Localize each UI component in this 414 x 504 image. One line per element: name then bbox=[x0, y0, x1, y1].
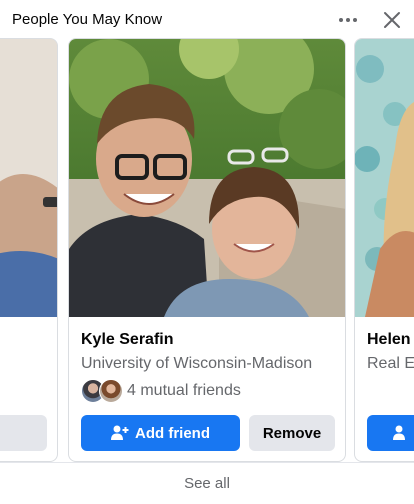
header: People You May Know bbox=[0, 0, 414, 40]
suggestion-card[interactable]: move bbox=[0, 38, 58, 462]
see-all-link[interactable]: See all bbox=[0, 475, 414, 492]
mutual-friends-count[interactable]: 4 mutual friends bbox=[127, 382, 241, 400]
profile-photo[interactable] bbox=[69, 39, 345, 317]
add-friend-icon bbox=[393, 425, 405, 440]
remove-button[interactable]: Remove bbox=[249, 415, 335, 451]
person-subtitle: University of Wisconsin-Madison bbox=[81, 355, 313, 372]
add-friend-icon bbox=[111, 425, 129, 440]
profile-photo[interactable] bbox=[355, 39, 414, 317]
more-horizontal-icon bbox=[339, 18, 343, 22]
person-name[interactable]: Helen bbox=[367, 331, 411, 349]
person-name[interactable]: Kyle Serafin bbox=[81, 331, 173, 349]
suggestion-card[interactable]: Helen Real Es bbox=[354, 38, 414, 462]
profile-photo[interactable] bbox=[0, 39, 57, 317]
mutual-friend-avatars bbox=[81, 379, 127, 403]
remove-button[interactable]: move bbox=[0, 415, 47, 451]
add-friend-button[interactable]: Add friend bbox=[81, 415, 240, 451]
footer: See all bbox=[0, 462, 414, 504]
suggestions-carousel: move bbox=[0, 38, 414, 462]
avatar bbox=[99, 379, 123, 403]
add-friend-button[interactable] bbox=[367, 415, 414, 451]
add-friend-label: Add friend bbox=[135, 424, 210, 442]
close-button[interactable] bbox=[378, 6, 406, 34]
more-options-button[interactable] bbox=[334, 8, 362, 32]
mutual-friends[interactable]: 4 mutual friends bbox=[81, 379, 241, 403]
section-title: People You May Know bbox=[12, 11, 163, 28]
person-subtitle: Real Es bbox=[367, 355, 414, 372]
suggestion-card[interactable]: Kyle Serafin University of Wisconsin-Mad… bbox=[68, 38, 346, 462]
close-icon bbox=[384, 12, 400, 28]
